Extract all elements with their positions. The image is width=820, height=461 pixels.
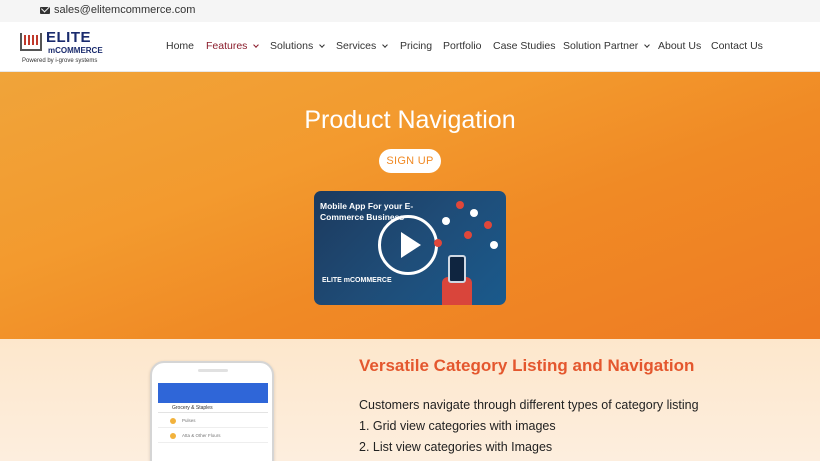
video-thumbnail[interactable]: Mobile App For your E-Commerce Business …	[314, 191, 506, 305]
category-row: Pulses	[158, 414, 268, 428]
chevron-down-icon	[319, 42, 326, 48]
cart-logo-icon	[20, 33, 42, 51]
phone-notch	[198, 369, 228, 372]
nav-services[interactable]: Services	[336, 40, 389, 52]
chevron-down-icon	[382, 42, 389, 48]
section-line: Customers navigate through different typ…	[359, 398, 699, 412]
hero-banner: Product Navigation SIGN UP Mobile App Fo…	[0, 72, 820, 339]
app-bubble-icon	[442, 217, 450, 225]
app-bubble-icon	[456, 201, 464, 209]
logo-powered: Powered by i-grove systems	[22, 58, 98, 64]
page-title: Product Navigation	[304, 106, 516, 134]
nav-services-label: Services	[336, 40, 377, 52]
app-toolbar	[158, 383, 268, 403]
section-line: 1. Grid view categories with images	[359, 419, 556, 433]
app-bubble-icon	[464, 231, 472, 239]
logo-sub: mCOMMERCE	[48, 46, 103, 55]
nav-portfolio-label: Portfolio	[443, 40, 482, 52]
nav-portfolio[interactable]: Portfolio	[443, 40, 482, 52]
chevron-down-icon	[253, 42, 260, 48]
nav-features[interactable]: Features	[206, 40, 260, 52]
section-line: 2. List view categories with Images	[359, 440, 553, 454]
nav-about-us-label: About Us	[658, 40, 702, 52]
site-logo[interactable]: ELITE mCOMMERCE Powered by i-grove syste…	[20, 27, 103, 67]
nav-contact-us-label: Contact Us	[711, 40, 763, 52]
nav-pricing-label: Pricing	[400, 40, 433, 52]
logo-name: ELITE	[46, 29, 92, 46]
nav-contact-us[interactable]: Contact Us	[711, 40, 763, 52]
category-header: Grocery & Staples	[158, 403, 268, 413]
mail-icon	[40, 6, 50, 14]
video-logo: ELITE mCOMMERCE	[322, 277, 392, 284]
nav-home-label: Home	[166, 40, 195, 52]
app-bubble-icon	[484, 221, 492, 229]
category-row-label: Pulses	[182, 418, 196, 423]
category-row-label: Atta & Other Flours	[182, 433, 221, 438]
email-contact[interactable]: sales@elitemcommerce.com	[40, 4, 195, 16]
category-icon	[170, 433, 176, 439]
nav-case-studies-label: Case Studies	[493, 40, 556, 52]
chevron-down-icon	[644, 42, 651, 48]
site-header: ELITE mCOMMERCE Powered by i-grove syste…	[0, 22, 820, 72]
play-icon[interactable]	[378, 215, 438, 275]
smartphone-icon	[448, 255, 466, 283]
nav-case-studies[interactable]: Case Studies	[493, 40, 555, 52]
phone-mockup: Grocery & Staples Pulses Atta & Other Fl…	[150, 361, 274, 461]
nav-about-us[interactable]: About Us	[658, 40, 701, 52]
top-bar: sales@elitemcommerce.com	[0, 0, 820, 22]
section-title: Versatile Category Listing and Navigatio…	[359, 356, 695, 375]
nav-pricing[interactable]: Pricing	[400, 40, 432, 52]
nav-solution-partner-label: Solution Partner	[563, 40, 639, 52]
app-bubble-icon	[470, 209, 478, 217]
feature-section: Grocery & Staples Pulses Atta & Other Fl…	[0, 339, 820, 461]
category-row: Atta & Other Flours	[158, 429, 268, 443]
nav-home[interactable]: Home	[166, 40, 194, 52]
nav-solution-partner[interactable]: Solution Partner	[563, 40, 651, 52]
email-text[interactable]: sales@elitemcommerce.com	[54, 4, 195, 16]
app-bubble-icon	[434, 239, 442, 247]
nav-solutions-label: Solutions	[270, 40, 314, 52]
nav-features-label: Features	[206, 40, 248, 52]
signup-button[interactable]: SIGN UP	[379, 149, 441, 173]
app-bubble-icon	[490, 241, 498, 249]
nav-solutions[interactable]: Solutions	[270, 40, 326, 52]
category-icon	[170, 418, 176, 424]
